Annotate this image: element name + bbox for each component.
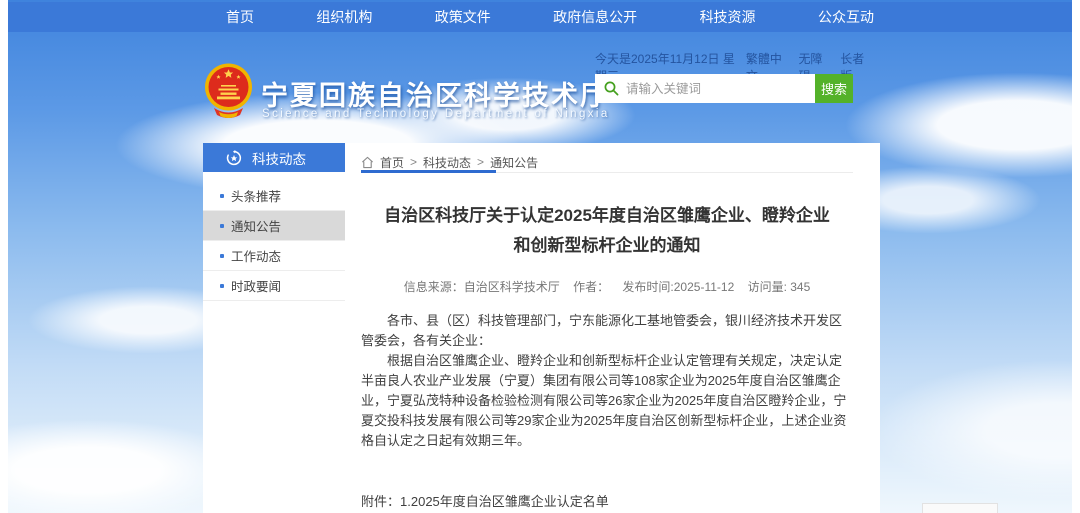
breadcrumb: 首页 > 科技动态 > 通知公告	[361, 143, 853, 170]
breadcrumb-separator: >	[477, 155, 484, 169]
meta-author: 作者：	[573, 280, 609, 294]
page: 首页 组织机构 政策文件 政府信息公开 科技资源 公众互动 宁夏回族自治区科学技…	[0, 0, 1080, 513]
site-subtitle-english: Science and Technology Department of Nin…	[262, 108, 610, 120]
meta-publish-date: 发布时间:2025-11-12	[622, 280, 734, 294]
attachments-label: 附件：	[361, 492, 400, 513]
bullet-icon	[220, 194, 224, 198]
home-icon	[361, 156, 374, 169]
attachments-list: 1.2025年度自治区雏鹰企业认定名单 2.2025年度自治区瞪羚企业认定名单 …	[400, 492, 648, 513]
breadcrumb-tech-news[interactable]: 科技动态	[423, 154, 471, 171]
nav-item-interaction[interactable]: 公众互动	[818, 7, 874, 27]
nav-item-resources[interactable]: 科技资源	[700, 7, 756, 27]
search-input-wrap	[595, 74, 815, 103]
breadcrumb-divider	[361, 172, 853, 173]
main-column: 首页 > 科技动态 > 通知公告 自治区科技厅关于认定2025年度自治区雏鹰企业…	[345, 143, 880, 513]
nav-item-organization[interactable]: 组织机构	[316, 7, 372, 27]
bullet-icon	[220, 224, 224, 228]
breadcrumb-home[interactable]: 首页	[380, 154, 404, 171]
sidebar-header[interactable]: 科技动态	[203, 143, 345, 172]
search-icon	[604, 81, 619, 96]
bottom-floating-widget[interactable]	[922, 503, 998, 513]
search-box: 搜索	[595, 74, 853, 103]
sidebar-item-label: 工作动态	[231, 246, 281, 265]
article-paragraph: 各市、县（区）科技管理部门，宁东能源化工基地管委会，银川经济技术开发区管委会，各…	[361, 311, 853, 351]
sidebar-item-label: 时政要闻	[231, 276, 281, 295]
article-body: 各市、县（区）科技管理部门，宁东能源化工基地管委会，银川经济技术开发区管委会，各…	[361, 311, 853, 451]
top-navigation: 首页 组织机构 政策文件 政府信息公开 科技资源 公众互动	[8, 2, 1072, 32]
tech-news-icon	[226, 150, 242, 166]
sidebar-item-headlines[interactable]: 头条推荐	[203, 181, 345, 211]
sidebar: 科技动态 头条推荐 通知公告 工作动态 时政要闻	[203, 143, 345, 513]
attachment-link-1[interactable]: 1.2025年度自治区雏鹰企业认定名单	[400, 492, 648, 512]
sidebar-item-work-trends[interactable]: 工作动态	[203, 241, 345, 271]
search-button[interactable]: 搜索	[815, 74, 853, 103]
top-navigation-items: 首页 组织机构 政策文件 政府信息公开 科技资源 公众互动	[226, 7, 874, 27]
meta-source: 信息来源：自治区科学技术厅	[404, 280, 560, 294]
article-meta: 信息来源：自治区科学技术厅 作者： 发布时间:2025-11-12 访问量: 3…	[361, 278, 853, 295]
breadcrumb-separator: >	[410, 155, 417, 169]
bullet-icon	[220, 284, 224, 288]
article-paragraph: 根据自治区雏鹰企业、瞪羚企业和创新型标杆企业认定管理有关规定，决定认定半亩良人农…	[361, 351, 853, 451]
breadcrumb-current: 通知公告	[490, 154, 538, 171]
nav-item-home[interactable]: 首页	[226, 7, 254, 27]
sidebar-item-label: 通知公告	[231, 216, 281, 235]
sidebar-item-notices[interactable]: 通知公告	[203, 211, 345, 241]
search-input[interactable]	[595, 74, 815, 103]
sidebar-item-label: 头条推荐	[231, 186, 281, 205]
meta-views: 访问量: 345	[748, 280, 811, 294]
sidebar-title: 科技动态	[252, 148, 306, 168]
article-title: 自治区科技厅关于认定2025年度自治区雏鹰企业、瞪羚企业和创新型标杆企业的通知	[376, 201, 838, 261]
nav-item-gov-info[interactable]: 政府信息公开	[553, 7, 637, 27]
nav-item-policy[interactable]: 政策文件	[435, 7, 491, 27]
content-panel: 科技动态 头条推荐 通知公告 工作动态 时政要闻	[203, 143, 880, 513]
breadcrumb-accent-bar	[361, 170, 496, 173]
sidebar-menu: 头条推荐 通知公告 工作动态 时政要闻	[203, 172, 345, 301]
national-emblem-logo[interactable]	[204, 61, 253, 118]
attachments-section: 附件： 1.2025年度自治区雏鹰企业认定名单 2.2025年度自治区瞪羚企业认…	[361, 492, 853, 513]
sidebar-item-current-politics[interactable]: 时政要闻	[203, 271, 345, 301]
bullet-icon	[220, 254, 224, 258]
